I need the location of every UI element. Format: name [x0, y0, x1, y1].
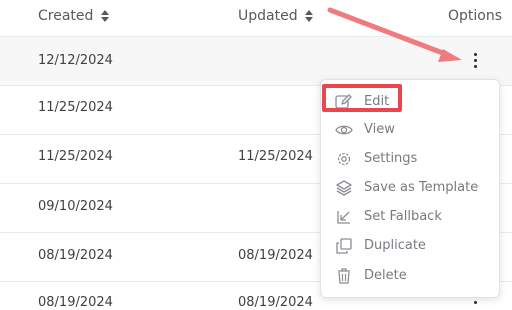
- column-header-options: Options: [448, 8, 503, 24]
- menu-item-label: Save as Template: [364, 180, 479, 195]
- menu-item-label: Delete: [364, 268, 407, 283]
- menu-item-label: View: [364, 122, 395, 137]
- sort-icon[interactable]: [100, 10, 109, 22]
- column-header-updated-label: Updated: [238, 8, 298, 24]
- menu-item-settings[interactable]: Settings: [321, 147, 499, 171]
- menu-item-label: Set Fallback: [364, 209, 442, 224]
- menu-item-delete[interactable]: Delete: [321, 264, 499, 288]
- created-date: 09/10/2024: [38, 199, 113, 214]
- menu-item-set-fallback[interactable]: Set Fallback: [321, 205, 499, 229]
- table-header: Created Updated Options: [0, 0, 512, 37]
- trash-icon: [338, 268, 350, 284]
- menu-item-duplicate[interactable]: Duplicate: [321, 234, 499, 258]
- column-header-created-label: Created: [38, 8, 94, 24]
- menu-item-view[interactable]: View: [321, 118, 499, 142]
- layers-icon: [336, 180, 352, 196]
- created-date: 08/19/2024: [38, 295, 113, 310]
- menu-item-label: Settings: [364, 151, 418, 166]
- updated-date: 08/19/2024: [238, 295, 313, 310]
- updated-date: 08/19/2024: [238, 248, 313, 263]
- menu-item-save-as-template[interactable]: Save as Template: [321, 176, 499, 200]
- options-kebab-icon[interactable]: [468, 52, 484, 70]
- sort-icon[interactable]: [305, 10, 314, 22]
- created-date: 11/25/2024: [38, 100, 113, 115]
- created-date: 12/12/2024: [38, 53, 113, 68]
- updated-date: 11/25/2024: [238, 149, 313, 164]
- column-header-updated[interactable]: Updated: [238, 8, 314, 24]
- menu-item-label: Duplicate: [364, 238, 426, 253]
- eye-icon: [335, 125, 353, 135]
- highlight-box: [322, 84, 402, 112]
- created-date: 08/19/2024: [38, 248, 113, 263]
- copy-icon: [336, 238, 352, 254]
- gear-icon: [337, 152, 351, 166]
- column-header-created[interactable]: Created: [38, 8, 109, 24]
- arrow-down-left-icon: [337, 211, 350, 224]
- created-date: 11/25/2024: [38, 149, 113, 164]
